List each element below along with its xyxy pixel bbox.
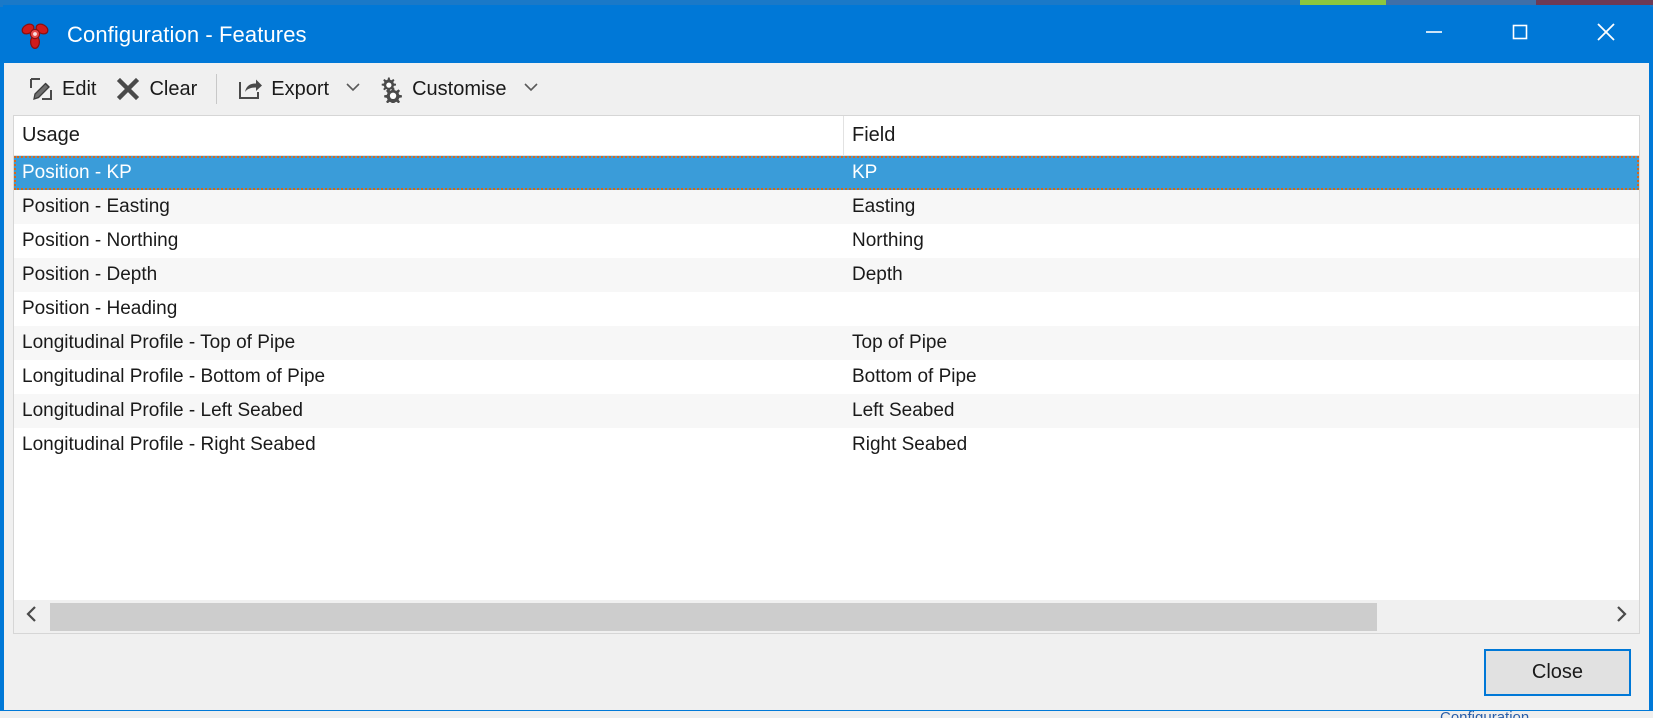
scroll-left-button[interactable] <box>14 601 50 633</box>
scrollbar-thumb[interactable] <box>50 602 1377 631</box>
chevron-down-icon <box>523 79 539 100</box>
customise-label: Customise <box>412 77 507 100</box>
table-row[interactable]: Longitudinal Profile - Top of Pipe Top of… <box>14 326 1639 360</box>
window-title: Configuration - Features <box>67 21 307 47</box>
table-row[interactable]: Longitudinal Profile - Left Seabed Left S… <box>14 394 1639 428</box>
cell-usage: Position - KP <box>22 162 132 183</box>
title-bar[interactable]: Configuration - Features <box>4 6 1649 63</box>
cell-field: Right Seabed <box>852 434 968 455</box>
cell-usage: Longitudinal Profile - Right Seabed <box>22 434 316 455</box>
scrollbar-track[interactable] <box>50 601 1603 633</box>
export-dropdown-button[interactable] <box>338 69 368 109</box>
maximize-button[interactable] <box>1477 6 1563 63</box>
table-row[interactable]: Longitudinal Profile - Bottom of Pipe Bot… <box>14 360 1639 394</box>
close-window-button[interactable] <box>1563 6 1649 63</box>
configuration-features-window: Configuration - Features Edit Clear Expo… <box>3 5 1650 711</box>
chevron-down-icon <box>345 79 361 100</box>
export-button[interactable]: Export <box>227 69 338 109</box>
table-row[interactable]: Position - Northing Northing <box>14 224 1639 258</box>
column-header-field[interactable]: Field <box>844 116 1639 155</box>
edit-button[interactable]: Edit <box>18 69 105 109</box>
close-button[interactable]: Close <box>1484 648 1631 696</box>
table-body: Position - KP KP Position - Easting Easting… <box>14 156 1639 600</box>
toolbar-separator <box>216 74 218 104</box>
clear-label: Clear <box>149 77 198 100</box>
table-row[interactable]: Position - Easting Easting <box>14 190 1639 224</box>
cell-field: Northing <box>852 230 924 251</box>
cell-usage: Position - Heading <box>22 298 178 319</box>
table-row[interactable]: Position - Depth Depth <box>14 258 1639 292</box>
window-controls <box>1391 6 1649 63</box>
table-header: Usage Field <box>14 116 1639 156</box>
chevron-left-icon <box>24 605 40 628</box>
cell-usage: Longitudinal Profile - Left Seabed <box>22 400 303 421</box>
toolbar: Edit Clear Export Customise <box>4 63 1649 115</box>
cell-field: Depth <box>852 264 903 285</box>
chevron-right-icon <box>1613 605 1629 628</box>
table-row[interactable]: Longitudinal Profile - Right Seabed Right… <box>14 428 1639 462</box>
features-list: Usage Field Position - KP KP Position - Ea… <box>13 115 1640 600</box>
maximize-icon <box>1509 21 1531 48</box>
dialog-footer: Close <box>4 634 1649 710</box>
table-row[interactable]: Position - KP KP <box>14 156 1639 190</box>
export-share-icon <box>236 75 264 103</box>
cell-field: Bottom of Pipe <box>852 366 977 387</box>
column-header-usage[interactable]: Usage <box>14 116 844 155</box>
edit-label: Edit <box>62 77 97 100</box>
minimize-icon <box>1423 21 1445 48</box>
customise-button[interactable]: Customise <box>368 69 515 109</box>
cell-usage: Position - Depth <box>22 264 158 285</box>
cell-usage: Longitudinal Profile - Top of Pipe <box>22 332 296 353</box>
horizontal-scrollbar[interactable] <box>13 600 1640 634</box>
cell-field: Easting <box>852 196 916 217</box>
scroll-right-button[interactable] <box>1603 601 1639 633</box>
background-bottom-strip <box>0 711 1653 718</box>
cell-field: Top of Pipe <box>852 332 948 353</box>
trefoil-propeller-icon <box>18 18 52 52</box>
pencil-edit-icon <box>27 75 55 103</box>
clear-button[interactable]: Clear <box>105 69 206 109</box>
cell-field: KP <box>852 162 878 183</box>
customise-dropdown-button[interactable] <box>516 69 546 109</box>
gears-customise-icon <box>377 75 405 106</box>
x-clear-icon <box>114 75 142 103</box>
close-icon <box>1593 19 1619 50</box>
cell-field: Left Seabed <box>852 400 955 421</box>
export-label: Export <box>271 77 330 100</box>
cell-usage: Position - Easting <box>22 196 170 217</box>
table-row[interactable]: Position - Heading <box>14 292 1639 326</box>
cell-usage: Position - Northing <box>22 230 179 251</box>
minimize-button[interactable] <box>1391 6 1477 63</box>
cell-usage: Longitudinal Profile - Bottom of Pipe <box>22 366 326 387</box>
